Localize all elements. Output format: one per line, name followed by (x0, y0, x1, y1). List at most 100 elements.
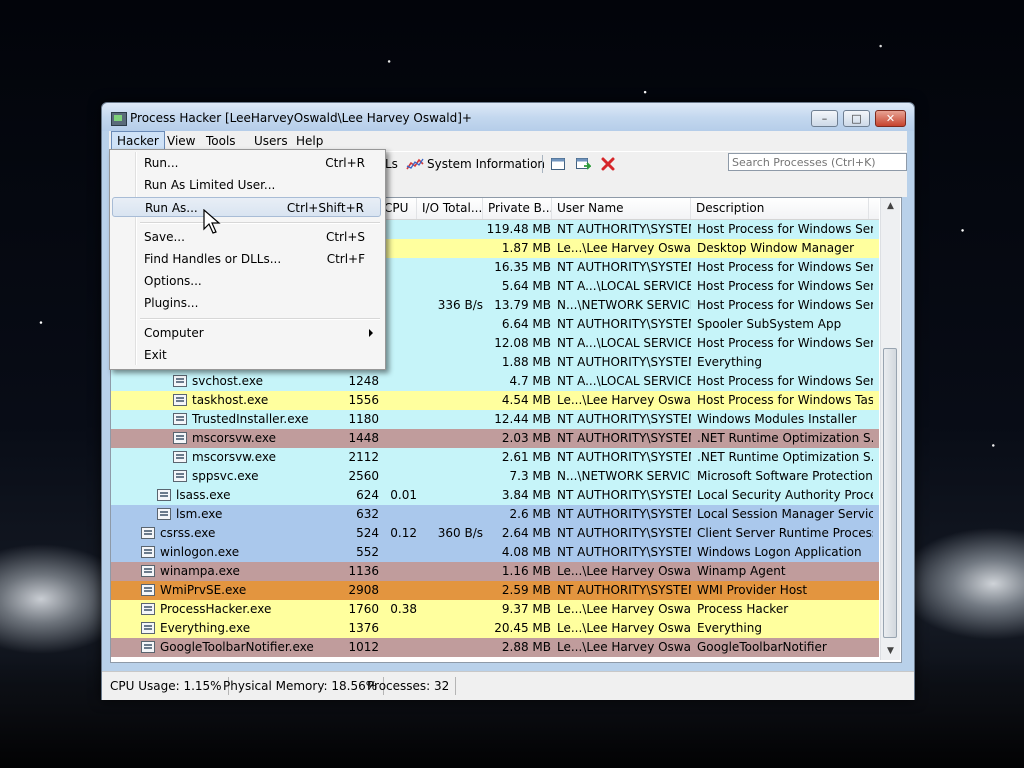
process-pid: 1248 (348, 374, 379, 388)
process-name: TrustedInstaller.exe (192, 412, 309, 426)
find-handles-button-label[interactable]: Ls (385, 155, 398, 173)
process-row[interactable]: lsass.exe 624 0.01 3.84 MB NT AUTHORITY\SYST… (111, 486, 879, 505)
process-cpu (379, 619, 417, 638)
process-description: Host Process for Windows Ser... (697, 279, 873, 293)
menu-users[interactable]: Users (249, 131, 293, 151)
menu-item-options[interactable]: Options... (112, 271, 381, 291)
process-description: Everything (697, 621, 762, 635)
process-private-bytes: 2.6 MB (509, 507, 551, 521)
process-pid: 1448 (348, 431, 379, 445)
process-name: Everything.exe (160, 621, 251, 635)
process-row[interactable]: ProcessHacker.exe 1760 0.38 9.37 MB Le...\Le… (111, 600, 879, 619)
process-user-name: Le...\Lee Harvey Oswald (557, 393, 691, 407)
process-pid: 2908 (348, 583, 379, 597)
process-io-total: 336 B/s (437, 298, 483, 312)
menu-item-exit[interactable]: Exit (112, 345, 381, 365)
minimize-button[interactable]: – (811, 110, 838, 127)
process-row[interactable]: winampa.exe 1136 1.16 MB Le...\Lee Harvey O… (111, 562, 879, 581)
process-private-bytes: 4.7 MB (509, 374, 551, 388)
menu-item-find-handles[interactable]: Find Handles or DLLs... Ctrl+F (112, 249, 381, 269)
column-io-total[interactable]: I/O Total... (417, 198, 483, 219)
process-name: ProcessHacker.exe (160, 602, 272, 616)
column-user-name[interactable]: User Name (552, 198, 691, 219)
process-name: WmiPrvSE.exe (160, 583, 247, 597)
process-io-total: 360 B/s (437, 526, 483, 540)
menu-item-plugins[interactable]: Plugins... (112, 293, 381, 313)
process-row[interactable]: taskhost.exe 1556 4.54 MB Le...\Lee Harvey … (111, 391, 879, 410)
process-description: Host Process for Windows Ser... (697, 222, 873, 236)
status-bar: CPU Usage: 1.15% Physical Memory: 18.56%… (102, 671, 914, 700)
scroll-up-arrow-icon[interactable]: ▲ (881, 198, 900, 215)
maximize-button[interactable]: □ (843, 110, 870, 127)
process-user-name: NT AUTHORITY\SYSTEM (557, 412, 691, 426)
process-row[interactable]: GoogleToolbarNotifier.exe 1012 2.88 MB Le..… (111, 638, 879, 657)
process-hacker-app-icon (111, 112, 127, 126)
process-pid: 1012 (348, 640, 379, 654)
menu-item-run-as-limited-user[interactable]: Run As Limited User... (112, 175, 381, 195)
process-pid: 1136 (348, 564, 379, 578)
menu-hacker[interactable]: Hacker (111, 131, 165, 151)
process-user-name: NT A...\LOCAL SERVICE (557, 374, 691, 388)
menu-item-save[interactable]: Save... Ctrl+S (112, 227, 381, 247)
process-pid: 624 (356, 488, 379, 502)
process-name-cell: Everything.exe (111, 619, 357, 638)
process-io-total (417, 600, 483, 619)
search-processes-input[interactable] (728, 153, 907, 171)
system-information-button[interactable]: System Information (427, 155, 545, 173)
process-description: Spooler SubSystem App (697, 317, 842, 331)
process-description: .NET Runtime Optimization S... (697, 450, 873, 464)
process-row[interactable]: lsm.exe 632 2.6 MB NT AUTHORITY\SYSTEM Local… (111, 505, 879, 524)
system-information-icon (406, 158, 424, 170)
process-description: WMI Provider Host (697, 583, 808, 597)
status-process-count: Processes: 32 (367, 677, 457, 695)
submenu-arrow-icon (369, 329, 373, 337)
process-row[interactable]: svchost.exe 1248 4.7 MB NT A...\LOCAL SERVI… (111, 372, 879, 391)
process-pid: 1376 (348, 621, 379, 635)
process-row[interactable]: sppsvc.exe 2560 7.3 MB N...\NETWORK SERVICE… (111, 467, 879, 486)
scroll-down-arrow-icon[interactable]: ▼ (881, 643, 900, 660)
menu-view[interactable]: View (162, 131, 200, 151)
close-button[interactable]: ✕ (875, 110, 906, 127)
process-private-bytes: 6.64 MB (501, 317, 551, 331)
process-row[interactable]: csrss.exe 524 0.12 360 B/s 2.64 MB NT AUTHORI… (111, 524, 879, 543)
process-row[interactable]: Everything.exe 1376 20.45 MB Le...\Lee Harv… (111, 619, 879, 638)
column-private-bytes[interactable]: Private B... (483, 198, 552, 219)
process-cpu: 0.38 (390, 602, 417, 616)
vertical-scrollbar[interactable]: ▲ ▼ (880, 198, 900, 660)
process-cpu (379, 581, 417, 600)
menu-item-computer[interactable]: Computer (112, 323, 381, 343)
process-description: Local Security Authority Proce... (697, 488, 873, 502)
process-icon (157, 507, 171, 520)
process-name: svchost.exe (192, 374, 263, 388)
find-window-icon[interactable] (575, 156, 591, 172)
process-user-name: NT AUTHORITY\SYSTEM (557, 583, 691, 597)
menu-help[interactable]: Help (291, 131, 328, 151)
menu-item-label: Options... (144, 274, 202, 288)
process-private-bytes: 2.61 MB (501, 450, 551, 464)
process-row[interactable]: winlogon.exe 552 4.08 MB NT AUTHORITY\SYSTE… (111, 543, 879, 562)
scrollbar-thumb[interactable] (883, 348, 897, 638)
menu-item-label: Plugins... (144, 296, 199, 310)
process-description: Desktop Window Manager (697, 241, 855, 255)
process-icon (173, 469, 187, 482)
column-description[interactable]: Description (691, 198, 869, 219)
window-icon[interactable] (550, 156, 566, 172)
process-io-total (417, 638, 483, 657)
title-bar[interactable]: Process Hacker [LeeHarveyOswald\Lee Harv… (102, 103, 914, 131)
terminate-process-icon[interactable] (600, 156, 616, 172)
menu-item-label: Exit (144, 348, 167, 362)
process-description: Windows Logon Application (697, 545, 862, 559)
menu-item-run-as[interactable]: Run As... Ctrl+Shift+R (112, 197, 381, 217)
menu-item-run[interactable]: Run... Ctrl+R (112, 153, 381, 173)
process-row[interactable]: TrustedInstaller.exe 1180 12.44 MB NT AUTHO… (111, 410, 879, 429)
process-name: lsm.exe (176, 507, 223, 521)
process-row[interactable]: WmiPrvSE.exe 2908 2.59 MB NT AUTHORITY\SYST… (111, 581, 879, 600)
process-io-total (417, 334, 483, 353)
process-cpu (379, 391, 417, 410)
process-row[interactable]: mscorsvw.exe 1448 2.03 MB NT AUTHORITY\SYST… (111, 429, 879, 448)
menu-tools[interactable]: Tools (201, 131, 241, 151)
process-row[interactable]: mscorsvw.exe 2112 2.61 MB NT AUTHORITY\SYST… (111, 448, 879, 467)
process-io-total (417, 391, 483, 410)
process-user-name: NT AUTHORITY\SYSTEM (557, 450, 691, 464)
process-cpu: 0.01 (390, 488, 417, 502)
